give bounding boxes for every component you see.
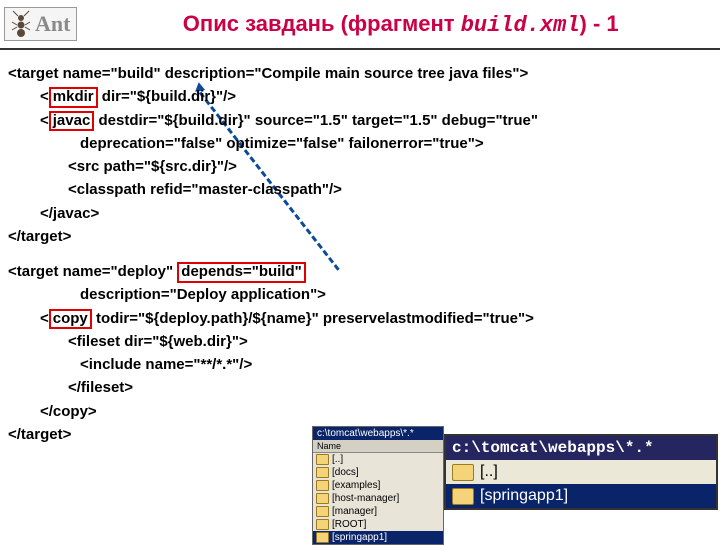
code-line: </javac> [8,202,712,225]
code-line: description="Deploy application"> [8,283,712,306]
code-line: <javac destdir="${build.dir}" source="1.… [8,109,712,132]
folder-icon [316,480,329,491]
ant-logo-text: Ant [35,11,70,37]
file-name: [..] [480,463,498,481]
folder-icon [316,467,329,478]
file-name: [manager] [332,505,377,518]
ant-logo: Ant [4,7,77,41]
file-name: [springapp1] [480,487,568,505]
file-panel-header: Name [313,440,443,453]
file-panel-path: c:\tomcat\webapps\*.* [313,427,443,440]
file-name: [..] [332,453,343,466]
code-fragment: destdir="${build.dir}" source="1.5" targ… [94,112,538,129]
folder-icon [316,506,329,517]
slide-header: Ant Опис завдань (фрагмент build.xml) - … [0,0,720,50]
keyword-copy: copy [49,309,92,330]
slide-title: Опис завдань (фрагмент build.xml) - 1 [85,11,716,38]
code-line: <fileset dir="${web.dir}"> [8,330,712,353]
code-line: deprecation="false" optimize="false" fai… [8,132,712,155]
keyword-mkdir: mkdir [49,87,98,108]
file-row: [docs] [313,466,443,479]
ant-icon [11,10,31,38]
folder-icon [452,488,474,505]
code-content: <target name="build" description="Compil… [0,50,720,450]
file-name: [host-manager] [332,492,399,505]
file-row: [springapp1] [313,531,443,544]
file-row: [..] [446,460,716,484]
file-row: [examples] [313,479,443,492]
folder-icon [316,454,329,465]
file-name: [docs] [332,466,359,479]
keyword-depends-build: depends="build" [177,262,305,283]
file-row-selected: [springapp1] [446,484,716,508]
code-fragment: <target name="deploy" [8,263,177,280]
code-line: <classpath refid="master-classpath"/> [8,178,712,201]
code-line: </copy> [8,400,712,423]
folder-icon [316,493,329,504]
code-fragment: dir="${build.dir}"/> [98,88,236,105]
file-panel-large: c:\tomcat\webapps\*.* [..] [springapp1] [444,434,718,510]
folder-icon [452,464,474,481]
file-row: [host-manager] [313,492,443,505]
code-line: <include name="**/*.*"/> [8,353,712,376]
large-panel-title: c:\tomcat\webapps\*.* [446,436,716,460]
folder-icon [316,519,329,530]
code-line: <target name="build" description="Compil… [8,62,712,85]
title-suffix: ) - 1 [580,11,619,36]
file-panel-small: c:\tomcat\webapps\*.* Name [..] [docs] [… [312,426,444,545]
file-name: [ROOT] [332,518,366,531]
title-prefix: Опис завдань (фрагмент [183,11,461,36]
title-filename: build.xml [461,13,580,38]
code-line: <copy todir="${deploy.path}/${name}" pre… [8,307,712,330]
code-line: <mkdir dir="${build.dir}"/> [8,85,712,108]
code-fragment: todir="${deploy.path}/${name}" preservel… [92,310,534,327]
file-name: [springapp1] [332,531,387,544]
file-row: [manager] [313,505,443,518]
folder-icon [316,532,329,543]
file-name: [examples] [332,479,380,492]
code-line: <src path="${src.dir}"/> [8,155,712,178]
code-line: <target name="deploy" depends="build" [8,260,712,283]
file-row: [ROOT] [313,518,443,531]
file-row: [..] [313,453,443,466]
keyword-javac: javac [49,111,95,132]
code-line: </fileset> [8,376,712,399]
code-line: </target> [8,225,712,248]
